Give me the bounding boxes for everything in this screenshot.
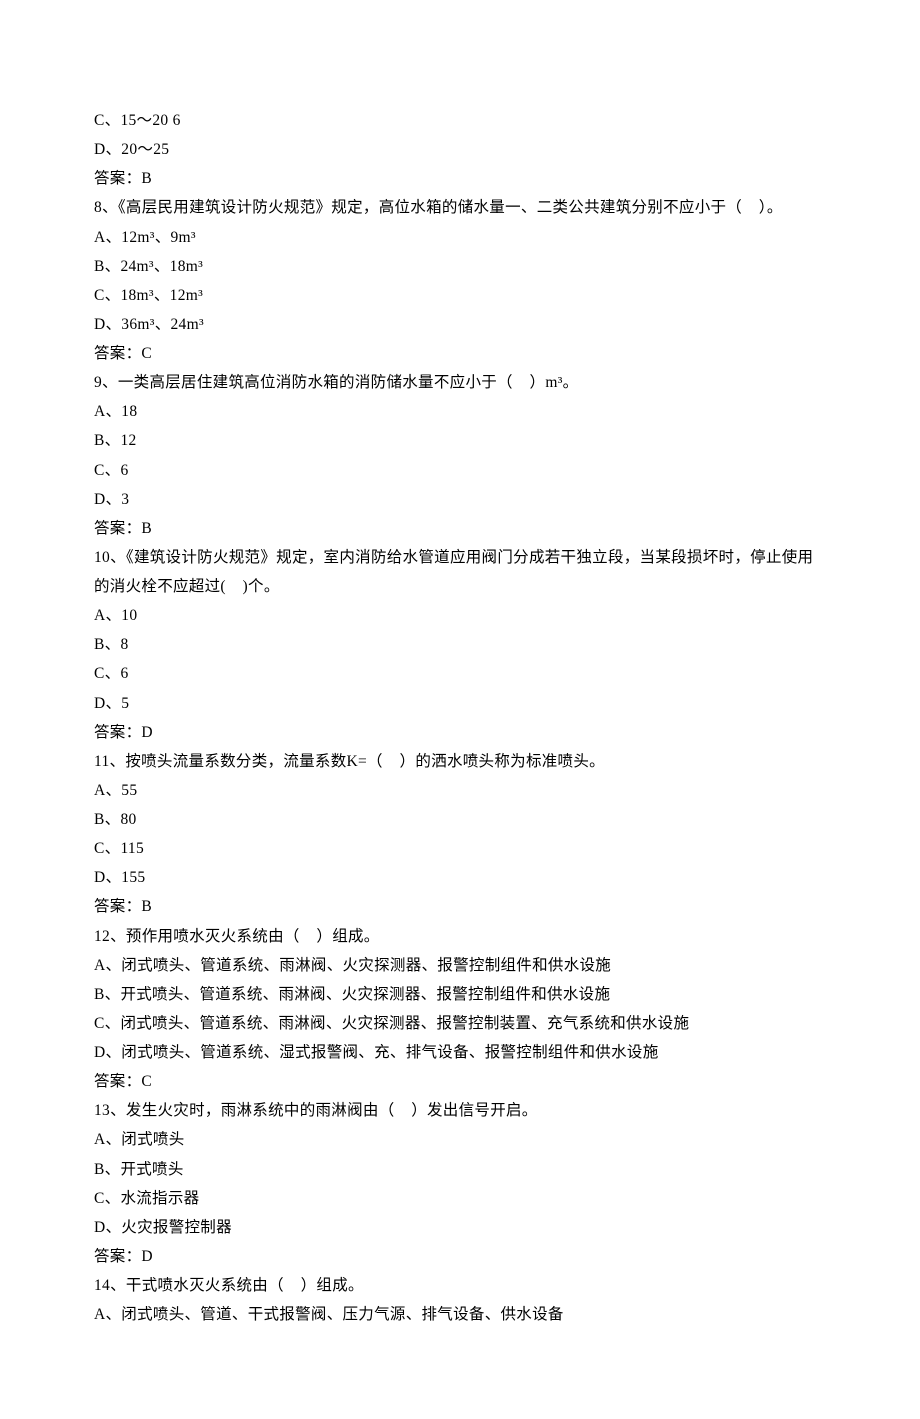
option-text: C、水流指示器 xyxy=(94,1184,826,1213)
option-text: A、10 xyxy=(94,601,826,630)
option-text: B、开式喷头 xyxy=(94,1155,826,1184)
question-stem: 12、预作用喷水灭火系统由（ ）组成。 xyxy=(94,922,826,951)
option-text: D、20～25 xyxy=(94,135,826,164)
option-text: A、18 xyxy=(94,397,826,426)
option-text: D、闭式喷头、管道系统、湿式报警阀、充、排气设备、报警控制组件和供水设施 xyxy=(94,1038,826,1067)
option-text: B、12 xyxy=(94,426,826,455)
option-text: A、12m³、9m³ xyxy=(94,223,826,252)
option-text: C、115 xyxy=(94,834,826,863)
question-stem: 11、按喷头流量系数分类，流量系数K=（ ）的洒水喷头称为标准喷头。 xyxy=(94,747,826,776)
option-text: D、火灾报警控制器 xyxy=(94,1213,826,1242)
question-stem: 14、干式喷水灭火系统由（ ）组成。 xyxy=(94,1271,826,1300)
option-text: A、55 xyxy=(94,776,826,805)
option-text: B、8 xyxy=(94,630,826,659)
document-page: C、15～20 6 D、20～25 答案：B 8、《高层民用建筑设计防火规范》规… xyxy=(0,0,920,1419)
answer-text: 答案：D xyxy=(94,718,826,747)
answer-text: 答案：B xyxy=(94,892,826,921)
answer-text: 答案：B xyxy=(94,164,826,193)
option-text: B、24m³、18m³ xyxy=(94,252,826,281)
option-text: A、闭式喷头、管道、干式报警阀、压力气源、排气设备、供水设备 xyxy=(94,1300,826,1329)
option-text: D、36m³、24m³ xyxy=(94,310,826,339)
option-text: B、80 xyxy=(94,805,826,834)
option-text: D、5 xyxy=(94,689,826,718)
option-text: D、155 xyxy=(94,863,826,892)
question-stem: 9、一类高层居住建筑高位消防水箱的消防储水量不应小于（ ）m³。 xyxy=(94,368,826,397)
answer-text: 答案：B xyxy=(94,514,826,543)
option-text: C、18m³、12m³ xyxy=(94,281,826,310)
option-text: A、闭式喷头、管道系统、雨淋阀、火灾探测器、报警控制组件和供水设施 xyxy=(94,951,826,980)
option-text: B、开式喷头、管道系统、雨淋阀、火灾探测器、报警控制组件和供水设施 xyxy=(94,980,826,1009)
option-text: C、闭式喷头、管道系统、雨淋阀、火灾探测器、报警控制装置、充气系统和供水设施 xyxy=(94,1009,826,1038)
option-text: C、15～20 6 xyxy=(94,106,826,135)
answer-text: 答案：D xyxy=(94,1242,826,1271)
option-text: D、3 xyxy=(94,485,826,514)
option-text: C、6 xyxy=(94,659,826,688)
question-stem: 10、《建筑设计防火规范》规定，室内消防给水管道应用阀门分成若干独立段，当某段损… xyxy=(94,543,826,601)
answer-text: 答案：C xyxy=(94,1067,826,1096)
option-text: C、6 xyxy=(94,456,826,485)
question-stem: 13、发生火灾时，雨淋系统中的雨淋阀由（ ）发出信号开启。 xyxy=(94,1096,826,1125)
question-stem: 8、《高层民用建筑设计防火规范》规定，高位水箱的储水量一、二类公共建筑分别不应小… xyxy=(94,193,826,222)
answer-text: 答案：C xyxy=(94,339,826,368)
option-text: A、闭式喷头 xyxy=(94,1125,826,1154)
